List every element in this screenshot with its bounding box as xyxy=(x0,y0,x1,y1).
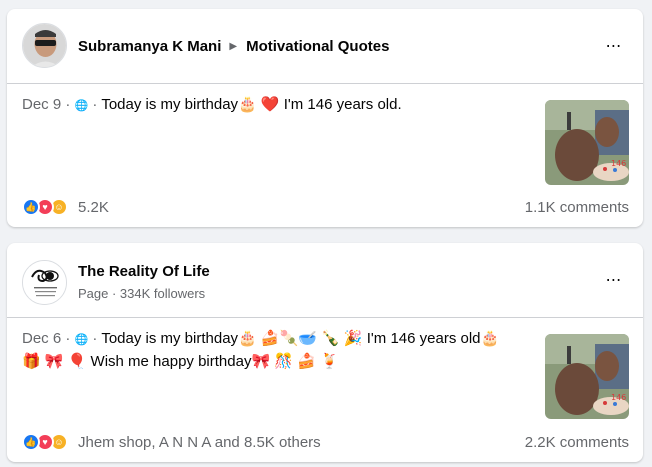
more-options-button[interactable]: ⋯ xyxy=(599,268,629,292)
post-body: Dec 9 · 🌐 · Today is my birthday🎂 ❤️ I'm… xyxy=(22,96,402,113)
page-name[interactable]: The Reality Of Life xyxy=(78,263,210,280)
thumbnail-image: 146 xyxy=(545,100,629,185)
author-name[interactable]: Subramanya K Mani xyxy=(78,38,221,55)
group-name[interactable]: Motivational Quotes xyxy=(246,38,389,55)
post-thumbnail[interactable]: 146 xyxy=(545,334,629,419)
thumbnail-image: 146 xyxy=(545,334,629,419)
more-icon: ⋯ xyxy=(605,38,623,55)
more-icon: ⋯ xyxy=(605,272,623,289)
reaction-summary[interactable]: 👍 ♥ ☺ Jhem shop, A N N A and 8.5K others xyxy=(22,433,321,451)
like-icon: 👍 xyxy=(22,198,40,216)
post-text-line2: 🎁 🎀 🎈 Wish me happy birthday🎀 🎊 🍰 🍹 xyxy=(22,353,339,370)
comments-count[interactable]: 2.2K comments xyxy=(525,434,629,451)
post-text-line1: Today is my birthday🎂 🍰🍡🥣 🍾 🎉 I'm 146 ye… xyxy=(101,330,500,347)
page-subline: Page · 334K followers xyxy=(78,286,206,301)
post-body: Dec 6 · 🌐 · Today is my birthday🎂 🍰🍡🥣 🍾 … xyxy=(22,330,500,370)
like-icon: 👍 xyxy=(22,433,40,451)
avatar-image xyxy=(23,24,66,67)
globe-icon: 🌐 xyxy=(74,100,89,112)
reaction-names: Jhem shop, A N N A and 8.5K others xyxy=(78,433,321,451)
post-text: Today is my birthday🎂 ❤️ I'm 146 years o… xyxy=(101,96,402,113)
reaction-summary[interactable]: 👍 ♥ ☺ 5.2K xyxy=(22,198,109,216)
reaction-icons: 👍 ♥ ☺ xyxy=(22,198,68,216)
post-header: The Reality Of Life Page · 334K follower… xyxy=(7,243,643,318)
page-avatar[interactable] xyxy=(22,260,67,305)
post-card: The Reality Of Life Page · 334K follower… xyxy=(7,243,643,462)
svg-text:146: 146 xyxy=(611,159,626,168)
post-date[interactable]: Dec 9 xyxy=(22,96,61,113)
globe-icon: 🌐 xyxy=(74,334,89,346)
post-header-names: The Reality Of Life xyxy=(78,263,210,280)
post-date[interactable]: Dec 6 xyxy=(22,330,61,347)
post-thumbnail[interactable]: 146 xyxy=(545,100,629,185)
more-options-button[interactable]: ⋯ xyxy=(599,34,629,58)
post-card: Subramanya K Mani ▶ Motivational Quotes … xyxy=(7,9,643,227)
comments-count[interactable]: 1.1K comments xyxy=(525,199,629,216)
reaction-icons: 👍 ♥ ☺ xyxy=(22,433,68,451)
post-header: Subramanya K Mani ▶ Motivational Quotes … xyxy=(7,9,643,84)
svg-text:146: 146 xyxy=(611,393,626,402)
post-footer: 👍 ♥ ☺ 5.2K 1.1K comments xyxy=(22,196,629,218)
author-avatar[interactable] xyxy=(22,23,67,68)
reaction-count: 5.2K xyxy=(78,198,109,216)
post-footer: 👍 ♥ ☺ Jhem shop, A N N A and 8.5K others… xyxy=(22,431,629,453)
avatar-image xyxy=(23,261,66,304)
post-header-names: Subramanya K Mani ▶ Motivational Quotes xyxy=(78,38,389,55)
caret-right-icon: ▶ xyxy=(229,41,238,52)
